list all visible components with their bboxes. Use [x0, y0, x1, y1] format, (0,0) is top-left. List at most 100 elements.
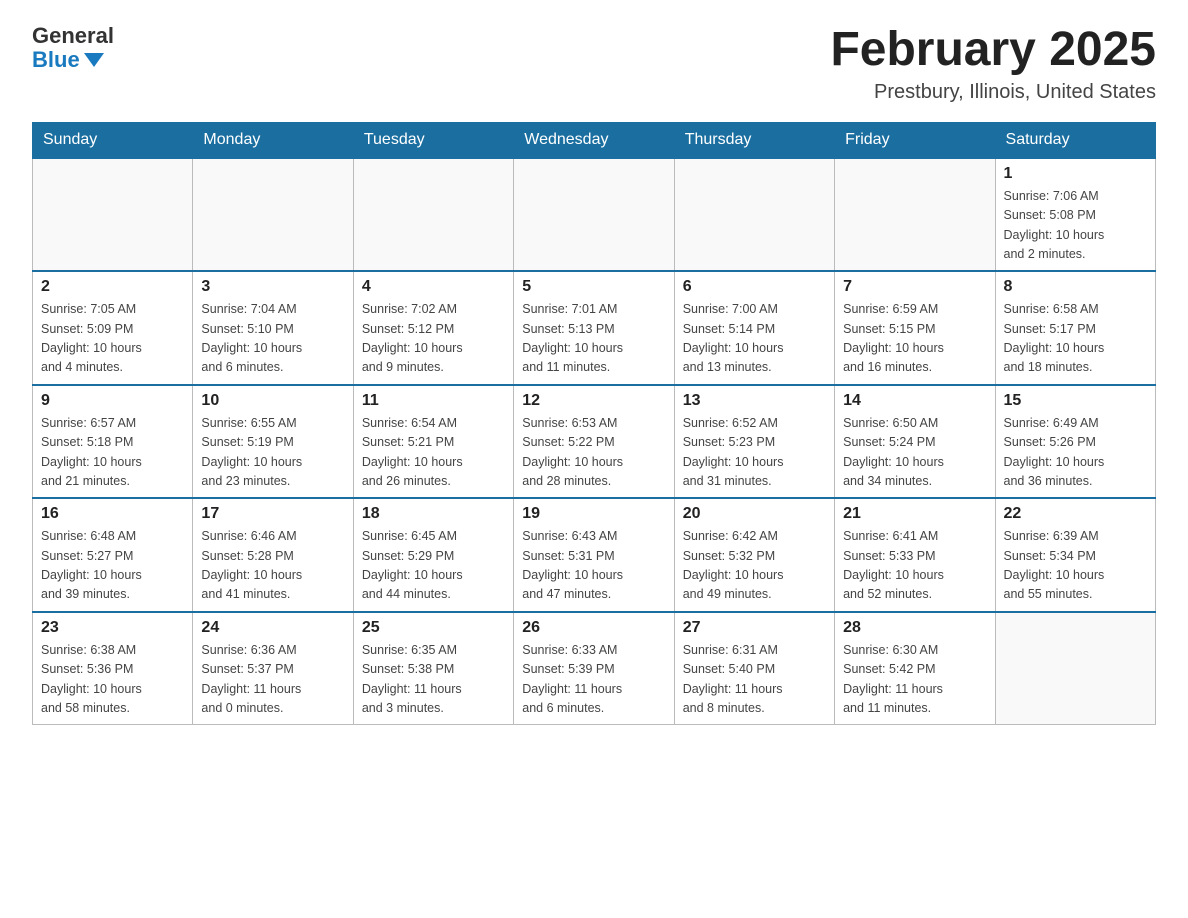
table-row: 9 Sunrise: 6:57 AMSunset: 5:18 PMDaylight… [33, 385, 193, 499]
day-info: Sunrise: 6:43 AMSunset: 5:31 PMDaylight:… [522, 527, 665, 605]
day-number: 6 [683, 278, 826, 296]
table-row: 22Sunrise: 6:39 AMSunset: 5:34 PMDayligh… [995, 498, 1155, 612]
day-number: 9 [41, 392, 184, 410]
table-row: 28 Sunrise: 6:30 AMSunset: 5:42 PMDayligh… [835, 612, 995, 725]
day-number: 24 [201, 619, 344, 637]
table-row [835, 158, 995, 272]
table-row [33, 158, 193, 272]
calendar-week-row: 9 Sunrise: 6:57 AMSunset: 5:18 PMDaylight… [33, 385, 1156, 499]
table-row: 11 Sunrise: 6:54 AMSunset: 5:21 PMDayligh… [353, 385, 513, 499]
calendar-week-row: 23Sunrise: 6:38 AMSunset: 5:36 PMDayligh… [33, 612, 1156, 725]
table-row: 14 Sunrise: 6:50 AMSunset: 5:24 PMDayligh… [835, 385, 995, 499]
day-info: Sunrise: 6:35 AMSunset: 5:38 PMDaylight:… [362, 641, 505, 719]
day-info: Sunrise: 6:31 AMSunset: 5:40 PMDaylight:… [683, 641, 826, 719]
table-row: 18 Sunrise: 6:45 AMSunset: 5:29 PMDayligh… [353, 498, 513, 612]
day-number: 7 [843, 278, 986, 296]
table-row: 24 Sunrise: 6:36 AMSunset: 5:37 PMDayligh… [193, 612, 353, 725]
day-info: Sunrise: 6:42 AMSunset: 5:32 PMDaylight:… [683, 527, 826, 605]
logo-triangle-icon [84, 53, 104, 67]
table-row: 26 Sunrise: 6:33 AMSunset: 5:39 PMDayligh… [514, 612, 674, 725]
calendar-week-row: 16 Sunrise: 6:48 AMSunset: 5:27 PMDayligh… [33, 498, 1156, 612]
day-number: 25 [362, 619, 505, 637]
day-number: 20 [683, 505, 826, 523]
day-number: 28 [843, 619, 986, 637]
day-number: 11 [362, 392, 505, 410]
table-row [995, 612, 1155, 725]
table-row: 17 Sunrise: 6:46 AMSunset: 5:28 PMDayligh… [193, 498, 353, 612]
table-row: 20 Sunrise: 6:42 AMSunset: 5:32 PMDayligh… [674, 498, 834, 612]
table-row: 10 Sunrise: 6:55 AMSunset: 5:19 PMDayligh… [193, 385, 353, 499]
col-thursday: Thursday [674, 122, 834, 158]
table-row: 4 Sunrise: 7:02 AMSunset: 5:12 PMDaylight… [353, 271, 513, 385]
day-number: 4 [362, 278, 505, 296]
logo-blue-text: Blue [32, 48, 104, 72]
calendar-week-row: 1Sunrise: 7:06 AMSunset: 5:08 PMDaylight… [33, 158, 1156, 272]
logo-general-text: General [32, 24, 114, 48]
table-row: 19 Sunrise: 6:43 AMSunset: 5:31 PMDayligh… [514, 498, 674, 612]
day-number: 22 [1004, 505, 1147, 523]
calendar-table: Sunday Monday Tuesday Wednesday Thursday… [32, 122, 1156, 726]
col-sunday: Sunday [33, 122, 193, 158]
table-row [514, 158, 674, 272]
day-info: Sunrise: 7:01 AMSunset: 5:13 PMDaylight:… [522, 300, 665, 378]
logo: General Blue [32, 24, 114, 72]
day-info: Sunrise: 6:53 AMSunset: 5:22 PMDaylight:… [522, 414, 665, 492]
col-wednesday: Wednesday [514, 122, 674, 158]
day-number: 15 [1004, 392, 1147, 410]
day-number: 2 [41, 278, 184, 296]
day-info: Sunrise: 6:46 AMSunset: 5:28 PMDaylight:… [201, 527, 344, 605]
day-info: Sunrise: 6:52 AMSunset: 5:23 PMDaylight:… [683, 414, 826, 492]
calendar-week-row: 2 Sunrise: 7:05 AMSunset: 5:09 PMDaylight… [33, 271, 1156, 385]
day-info: Sunrise: 6:45 AMSunset: 5:29 PMDaylight:… [362, 527, 505, 605]
table-row [353, 158, 513, 272]
table-row [674, 158, 834, 272]
day-number: 18 [362, 505, 505, 523]
table-row: 1Sunrise: 7:06 AMSunset: 5:08 PMDaylight… [995, 158, 1155, 272]
day-number: 27 [683, 619, 826, 637]
table-row: 13 Sunrise: 6:52 AMSunset: 5:23 PMDayligh… [674, 385, 834, 499]
day-info: Sunrise: 6:36 AMSunset: 5:37 PMDaylight:… [201, 641, 344, 719]
day-info: Sunrise: 6:54 AMSunset: 5:21 PMDaylight:… [362, 414, 505, 492]
day-info: Sunrise: 6:48 AMSunset: 5:27 PMDaylight:… [41, 527, 184, 605]
day-info: Sunrise: 7:02 AMSunset: 5:12 PMDaylight:… [362, 300, 505, 378]
day-info: Sunrise: 6:33 AMSunset: 5:39 PMDaylight:… [522, 641, 665, 719]
day-number: 8 [1004, 278, 1147, 296]
day-number: 5 [522, 278, 665, 296]
day-info: Sunrise: 7:04 AMSunset: 5:10 PMDaylight:… [201, 300, 344, 378]
title-section: February 2025 Prestbury, Illinois, Unite… [830, 24, 1156, 104]
col-monday: Monday [193, 122, 353, 158]
day-info: Sunrise: 6:55 AMSunset: 5:19 PMDaylight:… [201, 414, 344, 492]
day-info: Sunrise: 7:05 AMSunset: 5:09 PMDaylight:… [41, 300, 184, 378]
day-number: 10 [201, 392, 344, 410]
day-info: Sunrise: 6:57 AMSunset: 5:18 PMDaylight:… [41, 414, 184, 492]
col-saturday: Saturday [995, 122, 1155, 158]
table-row: 27 Sunrise: 6:31 AMSunset: 5:40 PMDayligh… [674, 612, 834, 725]
day-number: 16 [41, 505, 184, 523]
day-number: 13 [683, 392, 826, 410]
day-number: 21 [843, 505, 986, 523]
col-tuesday: Tuesday [353, 122, 513, 158]
calendar-subtitle: Prestbury, Illinois, United States [830, 81, 1156, 104]
day-info: Sunrise: 7:00 AMSunset: 5:14 PMDaylight:… [683, 300, 826, 378]
table-row: 21 Sunrise: 6:41 AMSunset: 5:33 PMDayligh… [835, 498, 995, 612]
day-number: 3 [201, 278, 344, 296]
day-info: Sunrise: 6:49 AMSunset: 5:26 PMDaylight:… [1004, 414, 1147, 492]
table-row: 12 Sunrise: 6:53 AMSunset: 5:22 PMDayligh… [514, 385, 674, 499]
day-number: 14 [843, 392, 986, 410]
calendar-header-row: Sunday Monday Tuesday Wednesday Thursday… [33, 122, 1156, 158]
day-info: Sunrise: 6:41 AMSunset: 5:33 PMDaylight:… [843, 527, 986, 605]
day-number: 19 [522, 505, 665, 523]
day-number: 12 [522, 392, 665, 410]
table-row: 3 Sunrise: 7:04 AMSunset: 5:10 PMDaylight… [193, 271, 353, 385]
day-number: 17 [201, 505, 344, 523]
day-number: 26 [522, 619, 665, 637]
table-row [193, 158, 353, 272]
day-info: Sunrise: 6:50 AMSunset: 5:24 PMDaylight:… [843, 414, 986, 492]
table-row: 15 Sunrise: 6:49 AMSunset: 5:26 PMDayligh… [995, 385, 1155, 499]
day-info: Sunrise: 6:38 AMSunset: 5:36 PMDaylight:… [41, 641, 184, 719]
table-row: 5 Sunrise: 7:01 AMSunset: 5:13 PMDaylight… [514, 271, 674, 385]
page-header: General Blue February 2025 Prestbury, Il… [32, 24, 1156, 104]
col-friday: Friday [835, 122, 995, 158]
day-info: Sunrise: 6:58 AMSunset: 5:17 PMDaylight:… [1004, 300, 1147, 378]
day-info: Sunrise: 6:30 AMSunset: 5:42 PMDaylight:… [843, 641, 986, 719]
